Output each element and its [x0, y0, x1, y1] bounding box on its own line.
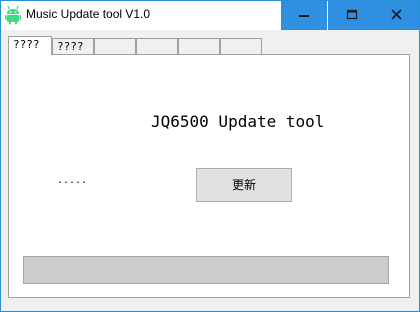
tab-1[interactable]: ????	[8, 36, 52, 55]
page-heading: JQ6500 Update tool	[151, 112, 325, 131]
minimize-button[interactable]	[281, 1, 327, 30]
tab-strip: ???? ????	[8, 36, 418, 55]
tab-3[interactable]	[94, 38, 136, 54]
tab-6[interactable]	[220, 38, 262, 54]
title-bar[interactable]: Music Update tool V1.0	[1, 1, 419, 30]
close-icon	[391, 9, 402, 20]
android-robot-icon	[5, 5, 21, 25]
tab-2[interactable]: ????	[52, 38, 94, 54]
update-button[interactable]: 更新	[196, 168, 292, 202]
maximize-icon	[346, 9, 358, 20]
progress-bar	[23, 256, 389, 284]
window-title: Music Update tool V1.0	[26, 7, 151, 21]
app-window: Music Update tool V1.0 ???? ???? JQ6500 …	[0, 0, 420, 312]
maximize-button[interactable]	[328, 1, 374, 30]
tab-5[interactable]	[178, 38, 220, 54]
minimize-icon	[299, 15, 309, 17]
status-text: .....	[57, 175, 88, 186]
close-button[interactable]	[374, 1, 419, 30]
tab-4[interactable]	[136, 38, 178, 54]
